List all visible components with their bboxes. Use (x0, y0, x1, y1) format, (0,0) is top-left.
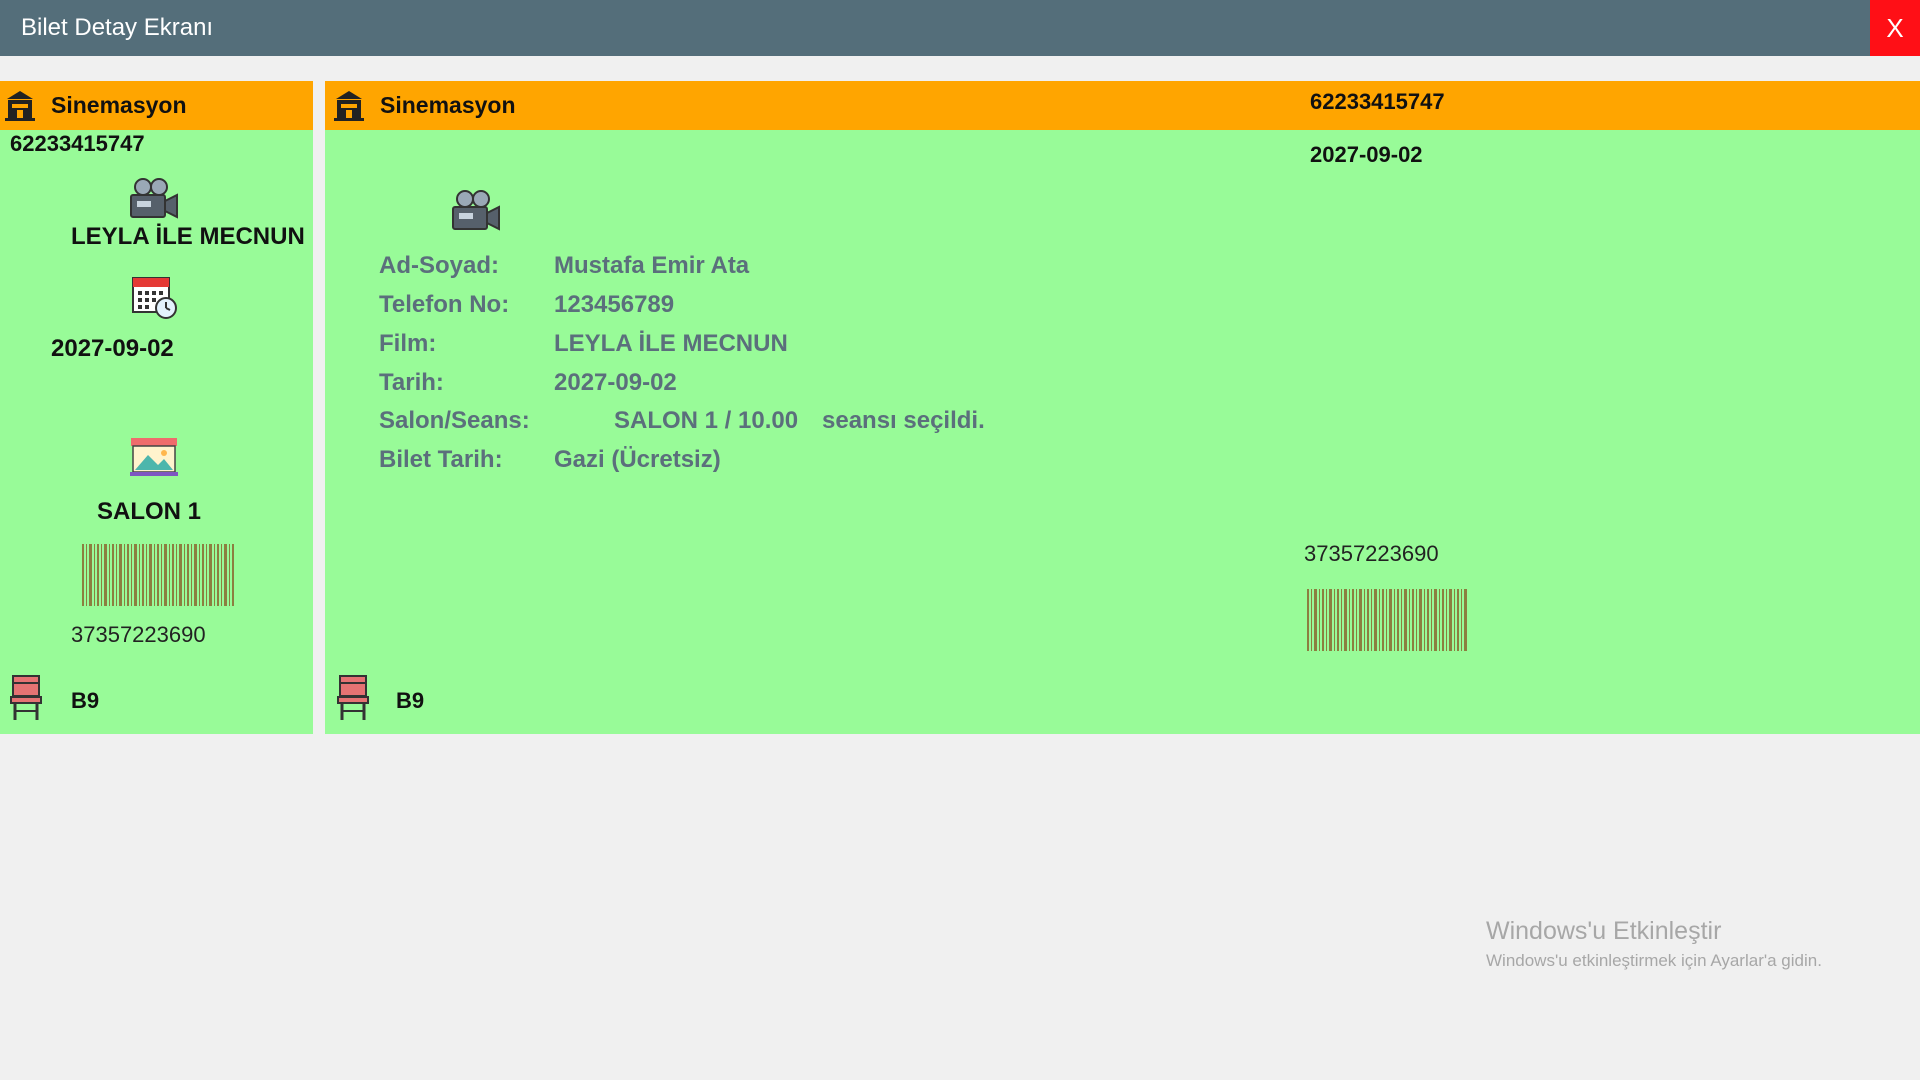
activation-watermark-subtitle: Windows'u etkinleştirmek için Ayarlar'a … (1486, 951, 1822, 970)
close-button[interactable]: X (1870, 0, 1920, 56)
barcode-icon (1307, 589, 1467, 651)
stub-ticket-number: 62233415747 (10, 131, 145, 156)
title-bar: Bilet Detay Ekranı X (0, 0, 1920, 56)
ticket-main: Sinemasyon 62233415747 2027-09-02 Ad-Soy… (325, 81, 1920, 734)
ticket-type-label: Bilet Tarih: (379, 446, 503, 473)
stub-seat: B9 (71, 688, 100, 713)
stub-hall: SALON 1 (97, 498, 202, 525)
ticket-barcode-number: 37357223690 (1304, 541, 1439, 566)
phone-label: Telefon No: (379, 291, 510, 318)
ticket-seat: B9 (396, 688, 425, 713)
stub-barcode-number: 37357223690 (71, 622, 206, 647)
chair-icon (10, 675, 42, 720)
window-title: Bilet Detay Ekranı (21, 14, 214, 41)
name-label: Ad-Soyad: (379, 252, 499, 279)
name-value: Mustafa Emir Ata (554, 252, 750, 279)
ticket-type-value: Gazi (Ücretsiz) (554, 446, 721, 473)
date-value: 2027-09-02 (554, 369, 677, 396)
ticket-date-header: 2027-09-02 (1310, 142, 1423, 167)
ticket-header-band (325, 81, 1920, 130)
stub-film-title: LEYLA İLE MECNUN (71, 223, 305, 250)
cinema-building-icon (5, 91, 35, 121)
date-label: Tarih: (379, 369, 444, 396)
movie-camera-icon (452, 190, 500, 231)
stub-brand-label: Sinemasyon (51, 91, 187, 118)
film-value: LEYLA İLE MECNUN (554, 330, 788, 357)
cinema-screen-icon (130, 438, 178, 476)
chair-icon (337, 675, 369, 720)
hall-session-suffix: seansı seçildi. (822, 407, 985, 434)
barcode-icon (82, 544, 236, 606)
hall-session-label: Salon/Seans: (379, 407, 530, 434)
hall-session-value: SALON 1 / 10.00 (614, 407, 799, 434)
ticket-brand-label: Sinemasyon (380, 91, 516, 118)
activation-watermark-title: Windows'u Etkinleştir (1486, 917, 1722, 945)
movie-camera-icon (130, 178, 178, 219)
film-label: Film: (379, 330, 437, 357)
calendar-clock-icon (132, 277, 177, 319)
ticket-brand: Sinemasyon (332, 89, 516, 121)
ticket-number: 62233415747 (1310, 89, 1445, 114)
ticket-stub: Sinemasyon 62233415747 LEYLA İLE MECNUN … (0, 81, 313, 734)
stub-brand: Sinemasyon (3, 89, 187, 121)
cinema-building-icon (334, 91, 364, 121)
phone-value: 123456789 (554, 291, 675, 318)
stub-date: 2027-09-02 (51, 335, 174, 362)
